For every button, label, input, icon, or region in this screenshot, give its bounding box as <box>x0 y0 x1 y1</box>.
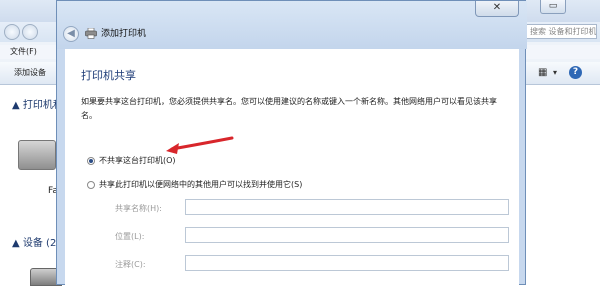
annotation-arrow-icon <box>166 136 234 154</box>
